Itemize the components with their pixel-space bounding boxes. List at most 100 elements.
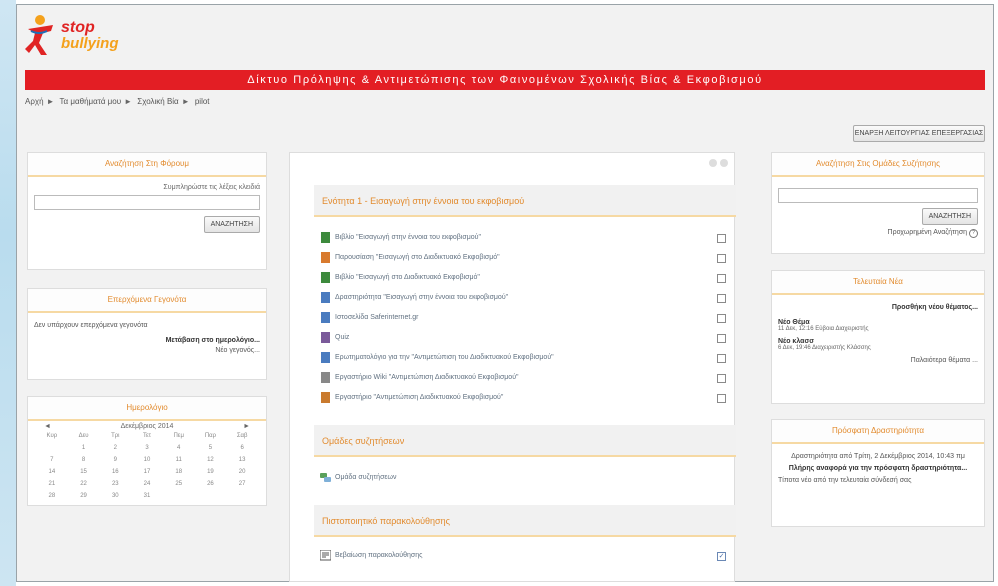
turn-editing-on-button[interactable]: ΕΝΑΡΞΗ ΛΕΙΤΟΥΡΓΙΑΣ ΕΠΕΞΕΡΓΑΣΙΑΣ — [853, 125, 985, 142]
calendar-day[interactable]: 26 — [195, 480, 227, 488]
completion-checkbox[interactable] — [717, 294, 726, 303]
moodle-page: stop bullying Δίκτυο Πρόληψης & Αντιμετώ… — [16, 4, 994, 582]
latest-news-block: Τελευταία Νέα Προσθήκη νέου θέματος... Ν… — [771, 270, 985, 404]
calendar-day[interactable]: 4 — [163, 444, 195, 452]
new-event-link[interactable]: Νέο γεγονός... — [34, 347, 260, 354]
completion-checkbox[interactable] — [717, 254, 726, 263]
calendar-day[interactable]: 6 — [226, 444, 258, 452]
calendar-block: Ημερολόγιο ◄ Δεκέμβριος 2014 ► Κυρ Δευ Τρι… — [27, 396, 267, 506]
calendar-day[interactable]: 9 — [99, 456, 131, 464]
search-button[interactable]: ΑΝΑΖΗΤΗΣΗ — [921, 208, 978, 225]
advanced-search-link[interactable]: Προχωρημένη Αναζήτηση — [888, 229, 968, 236]
activity-item[interactable]: Ιστοσελίδα Saferinternet.gr — [320, 311, 730, 325]
no-events-text: Δεν υπάρχουν επερχόμενα γεγονότα — [34, 322, 148, 329]
calendar-day[interactable]: 19 — [195, 468, 227, 476]
activity-item[interactable]: Δραστηριότητα "Εισαγωγή στην έννοια του … — [320, 291, 730, 305]
calendar-day[interactable]: 27 — [226, 480, 258, 488]
calendar-next-icon[interactable]: ► — [243, 423, 250, 430]
breadcrumb-category[interactable]: Σχολική Βία — [137, 97, 178, 106]
activity-item[interactable]: Βιβλίο "Εισαγωγή στο Διαδικτυακό Εκφοβισ… — [320, 271, 730, 285]
breadcrumb-course[interactable]: pilot — [195, 97, 210, 106]
older-topics-link[interactable]: Παλαιότερα θέματα ... — [778, 357, 978, 364]
block-title: Επερχόμενα Γεγονότα — [28, 289, 266, 313]
calendar-day[interactable]: 18 — [163, 468, 195, 476]
calendar-day[interactable]: 1 — [68, 444, 100, 452]
activity-item[interactable]: Quiz — [320, 331, 730, 345]
calendar-day[interactable]: 16 — [99, 468, 131, 476]
section-1-title[interactable]: Ενότητα 1 - Εισαγωγή στην έννοια του εκφ… — [314, 185, 736, 217]
calendar-day — [163, 492, 195, 500]
activity-item[interactable]: Παρουσίαση "Εισαγωγή στο Διαδικτυακό Εκφ… — [320, 251, 730, 265]
calendar-day[interactable]: 31 — [131, 492, 163, 500]
completion-checkbox[interactable] — [717, 234, 726, 243]
activity-item[interactable]: Βιβλίο "Εισαγωγή στην έννοια του εκφοβισ… — [320, 231, 730, 245]
activity-item[interactable]: Εργαστήριο "Αντιμετώπιση Διαδικτυακού Εκ… — [320, 391, 730, 405]
forum-search-input[interactable] — [34, 195, 260, 210]
calendar-day[interactable]: 13 — [226, 456, 258, 464]
add-topic-link[interactable]: Προσθήκη νέου θέματος... — [778, 304, 978, 311]
calendar-day[interactable]: 11 — [163, 456, 195, 464]
section-2-title[interactable]: Ομάδες συζητήσεων — [314, 425, 736, 457]
logo-text-bullying: bullying — [61, 35, 119, 52]
activity-label: Δραστηριότητα "Εισαγωγή στην έννοια του … — [335, 294, 509, 301]
activity-icon — [321, 292, 330, 303]
block-title: Τελευταία Νέα — [772, 271, 984, 295]
section-3-title[interactable]: Πιστοποιητικό παρακολούθησης — [314, 505, 736, 537]
calendar-day[interactable]: 28 — [36, 492, 68, 500]
activity-item[interactable]: Εργαστήριο Wiki "Αντιμετώπιση Διαδικτυακ… — [320, 371, 730, 385]
completion-checkbox[interactable] — [717, 394, 726, 403]
activity-label: Εργαστήριο Wiki "Αντιμετώπιση Διαδικτυακ… — [335, 374, 519, 381]
calendar-day[interactable]: 29 — [68, 492, 100, 500]
calendar-day[interactable]: 25 — [163, 480, 195, 488]
news-item[interactable]: Νέο κλασσ 6 Δεκ, 19:46 Διαχειριστής Κλάσσ… — [778, 338, 978, 351]
calendar-day[interactable]: 12 — [195, 456, 227, 464]
course-content: Ενότητα 1 - Εισαγωγή στην έννοια του εκφ… — [289, 152, 736, 582]
collapse-controls[interactable] — [709, 159, 728, 167]
activity-label: Ερωτηματολόγιο για την "Αντιμετώπιση του… — [335, 354, 554, 361]
quiz-icon — [321, 332, 330, 343]
forum-search-input[interactable] — [778, 188, 978, 203]
breadcrumb-home[interactable]: Αρχή — [25, 97, 44, 106]
calendar-day[interactable]: 5 — [195, 444, 227, 452]
completion-checkbox[interactable] — [717, 314, 726, 323]
activity-certificate[interactable]: Βεβαίωση παρακολούθησης ✓ — [320, 549, 730, 563]
calendar-day[interactable]: 2 — [99, 444, 131, 452]
activity-item[interactable]: Ερωτηματολόγιο για την "Αντιμετώπιση του… — [320, 351, 730, 365]
completion-checkbox[interactable] — [717, 334, 726, 343]
activity-forum[interactable]: Ομάδα συζητήσεων — [320, 471, 730, 485]
calendar-day[interactable]: 22 — [68, 480, 100, 488]
calendar-day[interactable]: 17 — [131, 468, 163, 476]
calendar-day[interactable]: 23 — [99, 480, 131, 488]
calendar-day[interactable]: 20 — [226, 468, 258, 476]
calendar-weekday: Τρι — [111, 433, 120, 439]
breadcrumb-my-courses[interactable]: Τα μαθήματά μου — [60, 97, 122, 106]
calendar-day[interactable]: 24 — [131, 480, 163, 488]
forum-search-button[interactable]: ΑΝΑΖΗΤΗΣΗ — [203, 216, 260, 233]
calendar-day[interactable]: 15 — [68, 468, 100, 476]
completion-checkbox[interactable] — [717, 374, 726, 383]
expand-icon[interactable] — [720, 159, 728, 167]
calendar-day[interactable]: 10 — [131, 456, 163, 464]
collapse-icon[interactable] — [709, 159, 717, 167]
completion-checkbox[interactable] — [717, 354, 726, 363]
activity-label: Παρουσίαση "Εισαγωγή στο Διαδικτυακό Εκφ… — [335, 254, 500, 261]
completion-checkbox[interactable] — [717, 274, 726, 283]
calendar-day[interactable]: 7 — [36, 456, 68, 464]
calendar-grid: Κυρ Δευ Τρι Τετ Πεμ Παρ Σαβ 1 2 3 4 5 6 7 8 9 10 11 12 13 14… — [28, 432, 266, 500]
help-icon[interactable]: ? — [969, 229, 978, 238]
block-title: Πρόσφατη Δραστηριότητα — [772, 420, 984, 444]
calendar-day[interactable]: 8 — [68, 456, 100, 464]
right-search-block: Αναζήτηση Στις Ομάδες Συζήτησης ΑΝΑΖΗΤΗΣ… — [771, 152, 985, 254]
full-report-link[interactable]: Πλήρης αναφορά για την πρόσφατη δραστηρι… — [778, 465, 978, 472]
calendar-day[interactable]: 21 — [36, 480, 68, 488]
completion-checkbox[interactable]: ✓ — [717, 552, 726, 561]
calendar-prev-icon[interactable]: ◄ — [44, 423, 51, 430]
calendar-day[interactable]: 30 — [99, 492, 131, 500]
calendar-day[interactable]: 14 — [36, 468, 68, 476]
recent-activity-since: Δραστηριότητα από Τρίτη, 2 Δεκέμβριος 20… — [791, 453, 965, 460]
go-to-calendar-link[interactable]: Μετάβαση στο ημερολόγιο... — [34, 337, 260, 344]
calendar-day[interactable]: 3 — [131, 444, 163, 452]
nothing-new-text: Τίποτα νέο από την τελευταία σύνδεσή σας — [778, 477, 912, 484]
news-item[interactable]: Νέο Θέμα 11 Δεκ, 12:16 Εύβοια Διαχειριστή… — [778, 319, 978, 332]
stop-bullying-logo[interactable]: stop bullying — [25, 13, 145, 63]
